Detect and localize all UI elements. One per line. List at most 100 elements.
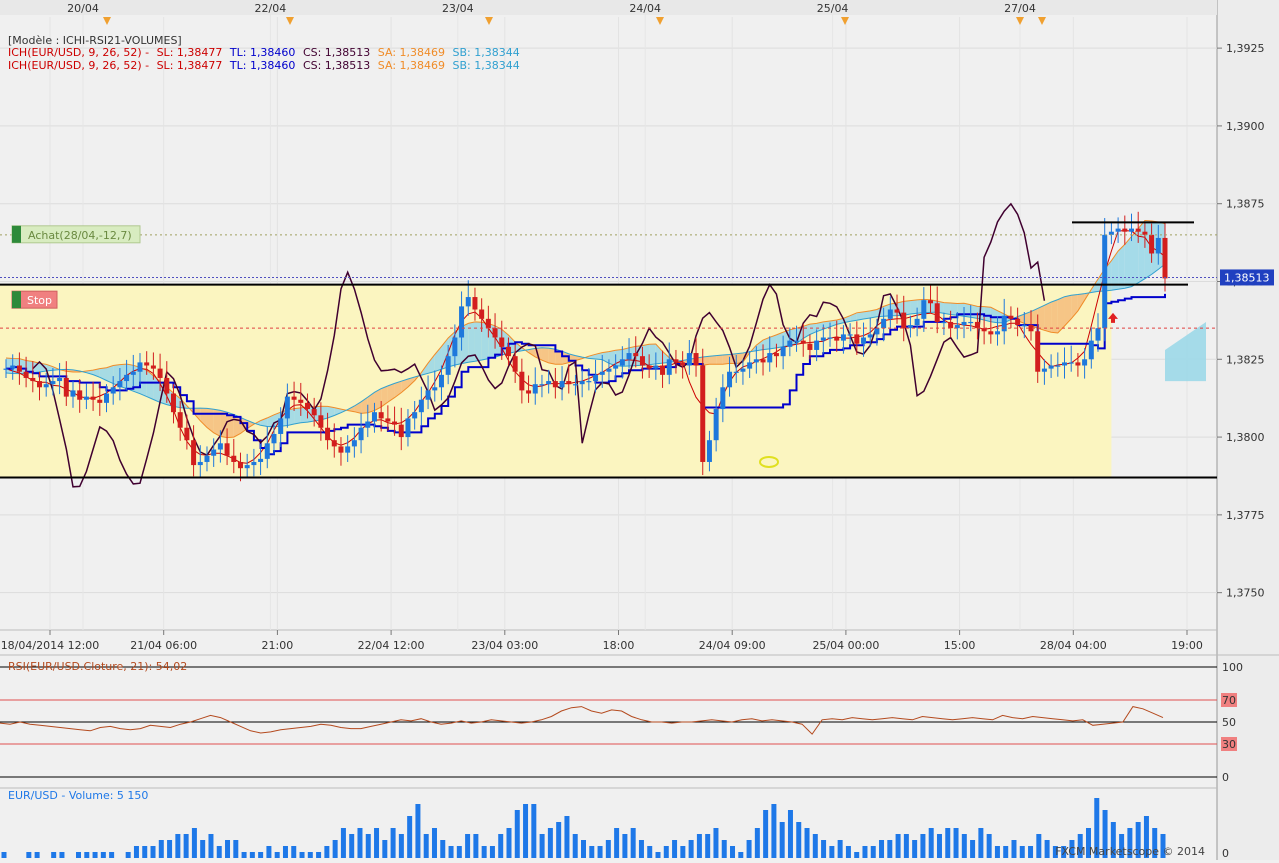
candle-body — [653, 365, 659, 369]
volume-bar — [672, 840, 678, 858]
y-tick-label: 1,3875 — [1226, 198, 1265, 211]
candle-body — [974, 321, 980, 329]
volume-bar — [465, 834, 471, 858]
candle-body — [338, 446, 344, 453]
candle-body — [834, 337, 840, 341]
volume-bar — [994, 846, 1000, 858]
candle-body — [291, 396, 297, 400]
candle-body — [371, 412, 377, 422]
chart-area[interactable]: 1,39251,39001,38751,38501,38251,38001,37… — [0, 0, 1279, 860]
candle-body — [666, 359, 672, 375]
candle-body — [124, 374, 130, 382]
volume-bar — [746, 840, 752, 858]
volume-bar — [597, 846, 603, 858]
x-tick-label: 22/04 12:00 — [358, 639, 425, 652]
candle-body — [204, 455, 210, 462]
volume-bar — [581, 840, 586, 858]
volume-bar — [928, 828, 934, 858]
candle-body — [36, 381, 42, 388]
candle-body — [331, 440, 337, 447]
volume-bar — [713, 828, 719, 858]
volume-bar — [274, 852, 280, 858]
ich-prefix: ICH(EUR/USD, 9, 26, 52) - — [8, 59, 150, 72]
volume-bar — [423, 834, 429, 858]
candle-body — [164, 377, 170, 394]
volume-bar — [837, 840, 843, 858]
candle-body — [264, 443, 270, 459]
candle-body — [854, 334, 860, 344]
buy-label-marker — [12, 225, 21, 243]
candle-body — [941, 321, 947, 324]
candle-body — [1082, 359, 1088, 366]
y-tick-label: 1,3800 — [1226, 431, 1265, 444]
candle-body — [445, 356, 451, 375]
volume-bar — [398, 834, 404, 858]
candle-body — [1041, 368, 1047, 372]
volume-bar — [945, 828, 951, 858]
volume-bar — [100, 852, 106, 858]
volume-bar — [887, 840, 893, 858]
candle-body — [1062, 362, 1068, 366]
y-tick-label: 1,3925 — [1226, 42, 1265, 55]
candle-body — [304, 402, 310, 410]
candle-body — [358, 427, 364, 441]
candle-body — [606, 368, 612, 372]
candle-body — [70, 390, 76, 397]
ichimoku-cloud-segment — [709, 355, 717, 365]
rsi-level-label: 70 — [1222, 694, 1236, 707]
volume-bar — [796, 822, 802, 858]
volume-bar — [307, 852, 313, 858]
candle-body — [110, 387, 116, 394]
candle-body — [130, 371, 136, 375]
top-date-label: 22/04 — [255, 2, 287, 15]
candle-body — [16, 365, 22, 372]
candle-body — [1129, 228, 1135, 232]
candle-body — [244, 465, 250, 469]
x-tick-label: 25/04 00:00 — [812, 639, 879, 652]
volume-bar — [622, 834, 628, 858]
volume-bar — [51, 852, 57, 858]
y-tick-label: 1,3900 — [1226, 120, 1265, 133]
x-tick-label: 18:00 — [603, 639, 635, 652]
candle-body — [814, 340, 820, 350]
y-tick-label: 1,3750 — [1226, 587, 1265, 600]
candle-body — [418, 399, 424, 413]
candle-body — [398, 424, 404, 438]
candle-body — [499, 337, 505, 347]
candle-body — [1008, 315, 1014, 319]
candle-body — [117, 381, 123, 388]
candle-body — [1162, 237, 1168, 279]
candle-body — [197, 461, 203, 466]
volume-bar — [804, 828, 810, 858]
volume-bar — [365, 834, 371, 858]
volume-bar — [638, 840, 644, 858]
candle-body — [90, 396, 96, 400]
candle-body — [479, 309, 485, 319]
volume-title: EUR/USD - Volume: 5 150 — [8, 789, 148, 802]
stop-label-marker — [12, 291, 21, 309]
volume-bar — [970, 840, 976, 858]
candle-body — [83, 396, 89, 400]
x-tick-label: 28/04 04:00 — [1040, 639, 1107, 652]
candle-body — [30, 377, 36, 382]
candle-body — [1088, 340, 1094, 360]
candle-body — [968, 321, 974, 324]
volume-bar — [92, 852, 98, 858]
candle-body — [278, 418, 284, 434]
volume-bar — [771, 804, 777, 858]
candle-body — [861, 337, 867, 344]
candle-body — [1149, 234, 1155, 254]
volume-bar — [1028, 846, 1034, 858]
candle-body — [646, 365, 652, 369]
ichimoku-cloud-segment — [943, 302, 951, 315]
ichimoku-cloud-segment — [910, 299, 918, 315]
volume-bar — [787, 810, 793, 858]
volume-bar — [523, 804, 529, 858]
volume-bar — [572, 834, 578, 858]
candle-body — [894, 309, 900, 313]
candle-body — [465, 297, 471, 307]
candle-body — [177, 412, 183, 428]
candle-body — [1015, 318, 1021, 326]
volume-bar — [895, 834, 901, 858]
volume-bar — [1011, 840, 1017, 858]
